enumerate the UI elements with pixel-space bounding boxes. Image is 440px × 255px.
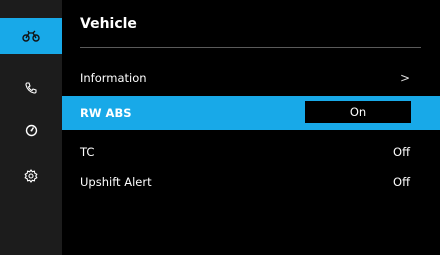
gauge-icon xyxy=(25,124,37,136)
menu-item-label: RW ABS xyxy=(80,106,132,120)
chevron-right-icon: > xyxy=(399,71,410,85)
sidebar xyxy=(0,0,62,255)
upshift-alert-value: Off xyxy=(393,175,410,189)
sidebar-item-vehicle[interactable] xyxy=(0,18,62,54)
gear-icon xyxy=(24,169,38,183)
sidebar-item-settings[interactable] xyxy=(0,158,62,194)
menu-item-label: TC xyxy=(80,145,95,159)
rw-abs-value-selector[interactable]: On xyxy=(305,101,411,123)
tc-value: Off xyxy=(393,145,410,159)
motorcycle-icon xyxy=(22,30,40,42)
vehicle-settings-screen: Vehicle Information > RW ABS On TC Off U… xyxy=(0,0,440,255)
title-divider xyxy=(80,47,421,48)
menu-item-label: Upshift Alert xyxy=(80,175,152,189)
menu-item-label: Information xyxy=(80,71,147,85)
phone-icon xyxy=(25,82,37,94)
sidebar-item-gauge[interactable] xyxy=(0,112,62,148)
page-title: Vehicle xyxy=(80,16,137,32)
menu-item-information[interactable]: Information > xyxy=(62,61,440,95)
sidebar-item-phone[interactable] xyxy=(0,70,62,106)
menu-item-upshift-alert[interactable]: Upshift Alert Off xyxy=(62,165,440,199)
menu-item-rw-abs[interactable]: RW ABS On xyxy=(62,96,440,130)
menu-item-tc[interactable]: TC Off xyxy=(62,135,440,169)
